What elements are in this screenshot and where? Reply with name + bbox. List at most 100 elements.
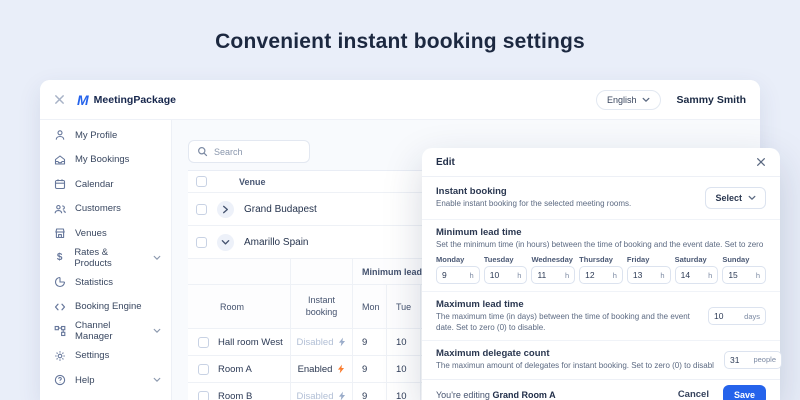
calendar-icon: [54, 178, 66, 190]
chevron-down-icon: [153, 255, 161, 261]
editing-note: You're editing Grand Room A: [436, 390, 556, 400]
lightning-bolt-icon[interactable]: [338, 391, 346, 400]
min-lead-time-label: Minimum lead time: [436, 227, 766, 238]
chevron-down-icon: [748, 195, 756, 201]
sidebar-item-rates-products[interactable]: $ Rates & Products: [40, 246, 171, 271]
row-checkbox[interactable]: [196, 237, 207, 248]
sidebar-item-channel-manager[interactable]: Channel Manager: [40, 319, 171, 344]
sidebar-item-my-bookings[interactable]: My Bookings: [40, 148, 171, 173]
mon-value: 9: [352, 383, 386, 400]
sunday-hours-input[interactable]: [728, 270, 756, 280]
sidebar-item-partial[interactable]: [40, 393, 171, 400]
chevron-right-icon: [222, 205, 229, 214]
tue-value: 10: [386, 383, 420, 400]
collapse-button[interactable]: [217, 234, 234, 251]
search-icon: [197, 146, 208, 157]
thursday-hours-input[interactable]: [585, 270, 613, 280]
min-lead-time-desc: Set the minimum time (in hours) between …: [436, 240, 766, 251]
sitemap-icon: [54, 325, 66, 337]
wednesday-hours-input[interactable]: [537, 270, 565, 280]
save-button[interactable]: Save: [723, 385, 766, 400]
search-box[interactable]: [188, 140, 310, 163]
select-all-checkbox[interactable]: [196, 176, 207, 187]
room-name: Room B: [218, 383, 290, 400]
gear-icon: [54, 350, 66, 362]
tue-value: 10: [386, 356, 420, 382]
max-lead-time-desc: The maximum time (in days) between the t…: [436, 312, 698, 333]
room-column-header: Room: [218, 285, 290, 328]
pie-chart-icon: [54, 276, 66, 288]
dollar-icon: $: [54, 252, 65, 263]
friday-hours-input[interactable]: [633, 270, 661, 280]
instant-booking-label: Instant booking: [436, 186, 631, 197]
min-lead-time-section: Minimum lead time Set the minimum time (…: [422, 220, 780, 293]
language-selector[interactable]: English: [596, 90, 661, 110]
sidebar-item-booking-engine[interactable]: Booking Engine: [40, 295, 171, 320]
edit-modal-header: Edit: [422, 148, 780, 177]
sidebar-item-customers[interactable]: Customers: [40, 197, 171, 222]
venue-column-header: Venue: [239, 177, 266, 187]
cancel-button[interactable]: Cancel: [678, 389, 709, 400]
instant-booking-status: Disabled: [297, 391, 334, 400]
edit-modal: Edit Instant booking Enable instant book…: [422, 148, 780, 400]
modal-footer: You're editing Grand Room A Cancel Save: [422, 379, 780, 400]
room-name: Room A: [218, 356, 290, 382]
instant-booking-select[interactable]: Select: [705, 187, 766, 209]
code-icon: [54, 301, 66, 313]
chevron-down-icon: [642, 97, 650, 103]
day-field-monday: Monday h: [436, 255, 480, 284]
language-label: English: [607, 95, 637, 105]
modal-title: Edit: [436, 157, 455, 168]
tue-column-header: Tue: [386, 285, 420, 328]
close-icon[interactable]: [756, 157, 766, 167]
page-title: Convenient instant booking settings: [0, 30, 800, 54]
close-sidebar-icon[interactable]: [54, 94, 65, 105]
max-lead-time-label: Maximum lead time: [436, 299, 698, 310]
sidebar-item-help[interactable]: Help: [40, 368, 171, 393]
chevron-down-icon: [221, 239, 230, 246]
max-delegate-input[interactable]: [730, 355, 753, 365]
row-checkbox[interactable]: [198, 364, 209, 375]
search-input[interactable]: [214, 147, 301, 157]
sidebar-item-statistics[interactable]: Statistics: [40, 270, 171, 295]
storefront-icon: [54, 227, 66, 239]
mon-value: 9: [352, 356, 386, 382]
tue-value: 10: [386, 329, 420, 355]
instant-booking-desc: Enable instant booking for the selected …: [436, 199, 631, 210]
app-header: M MeetingPackage English Sammy Smith: [40, 80, 760, 120]
day-field-sunday: Sunday h: [722, 255, 766, 284]
brand-logo-icon: M: [77, 93, 89, 107]
instant-booking-column-header: Instant booking: [291, 295, 352, 318]
mon-column-header: Mon: [352, 285, 386, 328]
monday-hours-input[interactable]: [442, 270, 470, 280]
row-checkbox[interactable]: [198, 337, 209, 348]
sidebar-item-my-profile[interactable]: My Profile: [40, 123, 171, 148]
max-delegate-section: Maximum delegate count The maximun amoun…: [422, 341, 780, 379]
lightning-bolt-icon[interactable]: [337, 364, 345, 374]
row-checkbox[interactable]: [198, 391, 209, 400]
venue-name: Grand Budapest: [244, 204, 317, 215]
saturday-hours-input[interactable]: [681, 270, 709, 280]
sidebar-item-calendar[interactable]: Calendar: [40, 172, 171, 197]
mon-value: 9: [352, 329, 386, 355]
sidebar-item-settings[interactable]: Settings: [40, 344, 171, 369]
room-name: Hall room West: [218, 329, 290, 355]
user-icon: [54, 129, 66, 141]
day-field-saturday: Saturday h: [675, 255, 719, 284]
row-checkbox[interactable]: [196, 204, 207, 215]
day-field-wednesday: Wednesday h: [531, 255, 575, 284]
sidebar-item-venues[interactable]: Venues: [40, 221, 171, 246]
chevron-down-icon: [153, 328, 161, 334]
user-name[interactable]: Sammy Smith: [677, 94, 746, 106]
chevron-down-icon: [153, 377, 161, 383]
brand-name: MeetingPackage: [94, 94, 176, 106]
instant-booking-status: Enabled: [298, 364, 333, 375]
instant-booking-section: Instant booking Enable instant booking f…: [422, 177, 780, 220]
day-field-thursday: Thursday h: [579, 255, 623, 284]
max-lead-time-input[interactable]: [714, 311, 744, 321]
inbox-icon: [54, 154, 66, 166]
tuesday-hours-input[interactable]: [490, 270, 518, 280]
question-icon: [54, 374, 66, 386]
expand-button[interactable]: [217, 201, 234, 218]
lightning-bolt-icon[interactable]: [338, 337, 346, 347]
